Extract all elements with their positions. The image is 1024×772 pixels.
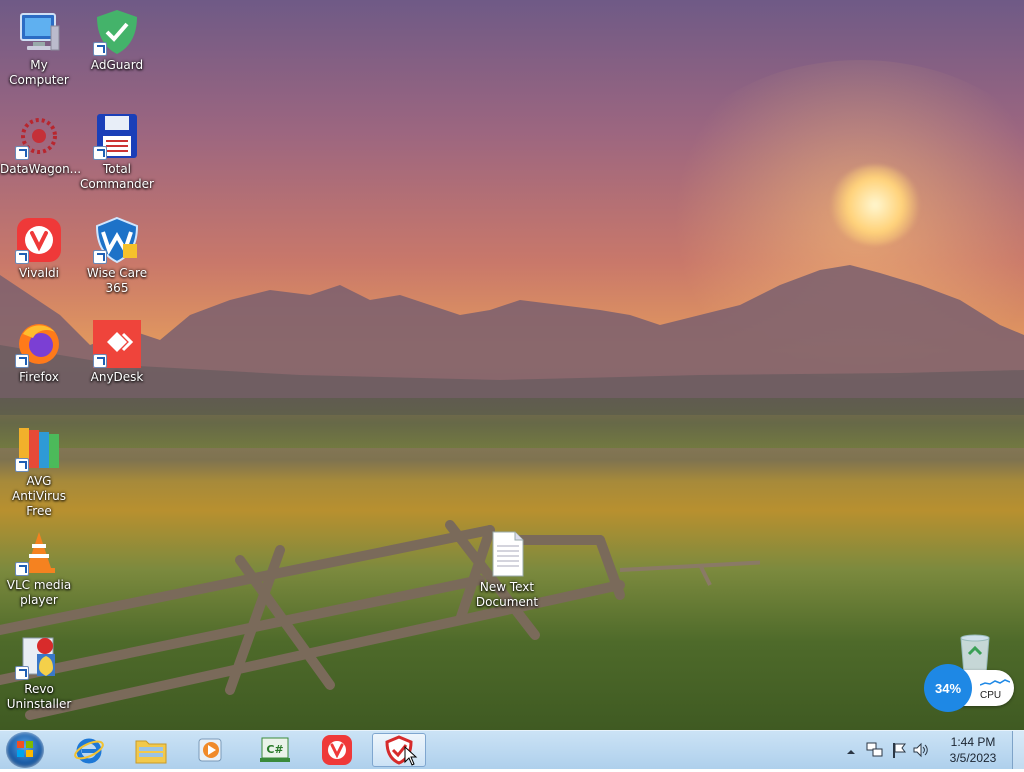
mouse-cursor-icon	[404, 746, 418, 766]
computer-icon	[15, 8, 63, 56]
tray-clock[interactable]: 1:44 PM 3/5/2023	[938, 734, 1008, 766]
taskbar-internet-explorer[interactable]	[62, 733, 116, 767]
cpu-label: CPU	[980, 690, 1002, 701]
adguard-icon	[93, 8, 141, 56]
shortcut-arrow-icon	[15, 250, 29, 264]
distant-treeline	[0, 398, 1024, 448]
desktop-icon-firefox[interactable]: Firefox	[0, 320, 78, 385]
cpu-meter-widget[interactable]: CPU 34%	[924, 664, 1014, 712]
text-document-icon	[483, 530, 531, 578]
icon-label: AdGuard	[90, 58, 144, 72]
desktop-icon-avg-antivirus[interactable]: AVG AntiVirus Free	[0, 424, 78, 519]
tray-action-center[interactable]	[890, 741, 908, 759]
datawagon-icon	[15, 112, 63, 160]
cpu-percent: 34%	[924, 664, 972, 712]
icon-label: New Text Document	[475, 580, 539, 609]
media-player-icon	[198, 738, 222, 762]
desktop-icon-revo-uninstaller[interactable]: Revo Uninstaller	[0, 632, 78, 712]
shortcut-arrow-icon	[15, 354, 29, 368]
icon-label: My Computer	[9, 58, 69, 87]
show-desktop-button[interactable]	[1012, 731, 1024, 769]
csharp-icon: C#	[260, 737, 290, 762]
desktop-icon-vivaldi[interactable]: Vivaldi	[0, 216, 78, 281]
desktop-wallpaper: My Computer AdGuard DataWagon... Total C…	[0, 0, 1024, 730]
desktop-icon-new-text-document[interactable]: New Text Document	[468, 530, 546, 610]
wise-care-icon	[93, 216, 141, 264]
folder-icon	[135, 740, 167, 764]
desktop-icon-total-commander[interactable]: Total Commander	[78, 112, 156, 192]
shortcut-arrow-icon	[93, 250, 107, 264]
shortcut-arrow-icon	[15, 458, 29, 472]
clock-date: 3/5/2023	[949, 751, 997, 765]
wooden-fence	[0, 520, 760, 720]
shortcut-arrow-icon	[15, 666, 29, 680]
clock-time: 1:44 PM	[950, 735, 996, 749]
taskbar-csharp-editor[interactable]: C#	[248, 733, 302, 767]
icon-label: Wise Care 365	[86, 266, 148, 295]
tray-volume[interactable]	[912, 741, 930, 759]
start-button[interactable]	[6, 732, 44, 768]
volume-icon	[913, 742, 928, 758]
shortcut-arrow-icon	[93, 354, 107, 368]
vivaldi-icon	[15, 216, 63, 264]
anydesk-icon	[93, 320, 141, 368]
desktop-icon-my-computer[interactable]: My Computer	[0, 8, 78, 88]
svg-text:C#: C#	[266, 743, 283, 756]
icon-label: Total Commander	[80, 162, 154, 191]
show-hidden-icons-button[interactable]	[845, 743, 857, 755]
sun	[830, 165, 920, 245]
icon-label: Firefox	[19, 370, 59, 384]
desktop-icon-datawagon[interactable]: DataWagon...	[0, 112, 82, 177]
desktop-icon-anydesk[interactable]: AnyDesk	[78, 320, 156, 385]
network-icon	[866, 742, 883, 757]
icon-label: DataWagon...	[0, 162, 82, 176]
revo-uninstaller-icon	[15, 632, 63, 680]
shortcut-arrow-icon	[15, 562, 29, 576]
tray-network[interactable]	[866, 741, 884, 759]
desktop-icon-adguard[interactable]: AdGuard	[78, 8, 156, 73]
ie-icon	[74, 738, 104, 764]
show-hidden-icon	[847, 750, 855, 754]
shortcut-arrow-icon	[93, 146, 107, 160]
shortcut-arrow-icon	[93, 42, 107, 56]
icon-label: Revo Uninstaller	[6, 682, 72, 711]
desktop-icon-vlc[interactable]: VLC media player	[0, 528, 78, 608]
vlc-cone-icon	[15, 528, 63, 576]
vivaldi-icon	[322, 735, 352, 765]
flag-icon	[893, 743, 906, 758]
taskbar-file-explorer[interactable]	[124, 733, 178, 767]
icon-label: AnyDesk	[90, 370, 144, 384]
avg-icon	[15, 424, 63, 472]
taskbar-vivaldi[interactable]	[310, 733, 364, 767]
firefox-icon	[15, 320, 63, 368]
shortcut-arrow-icon	[15, 146, 29, 160]
icon-label: Vivaldi	[18, 266, 60, 280]
taskbar: C# 1:44 PM 3/5/2023	[0, 730, 1024, 769]
icon-label: VLC media player	[6, 578, 72, 607]
desktop-icon-wise-care-365[interactable]: Wise Care 365	[78, 216, 156, 296]
cpu-sparkline-icon	[980, 679, 1010, 686]
windows-orb-icon	[17, 741, 33, 757]
taskbar-media-player[interactable]	[184, 733, 238, 767]
floppy-disk-icon	[93, 112, 141, 160]
icon-label: AVG AntiVirus Free	[12, 474, 66, 518]
